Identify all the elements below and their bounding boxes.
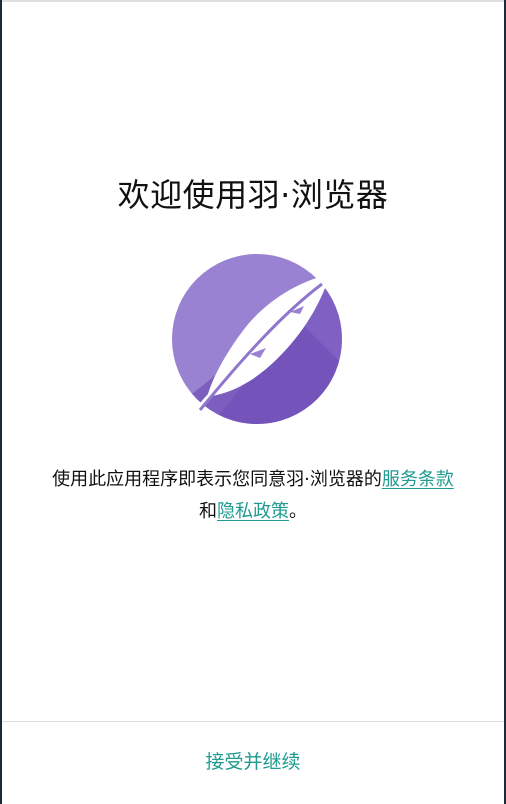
agreement-suffix: 。: [289, 501, 307, 522]
accept-and-continue-button[interactable]: 接受并继续: [2, 722, 504, 802]
agreement-prefix: 使用此应用程序即表示您同意羽·浏览器的: [52, 469, 382, 490]
welcome-screen: 欢迎使用羽·浏览器 使用此应用程序即表示您同意羽·浏览器的服务条款 和隐私政策。…: [0, 0, 506, 804]
terms-of-service-link[interactable]: 服务条款: [382, 469, 454, 490]
feather-icon: [172, 254, 342, 424]
privacy-policy-link[interactable]: 隐私政策: [217, 501, 289, 522]
agreement-connector: 和: [199, 501, 217, 522]
welcome-title: 欢迎使用羽·浏览器: [117, 176, 389, 214]
top-edge: [2, 0, 504, 2]
agreement-text: 使用此应用程序即表示您同意羽·浏览器的服务条款 和隐私政策。: [22, 464, 484, 528]
